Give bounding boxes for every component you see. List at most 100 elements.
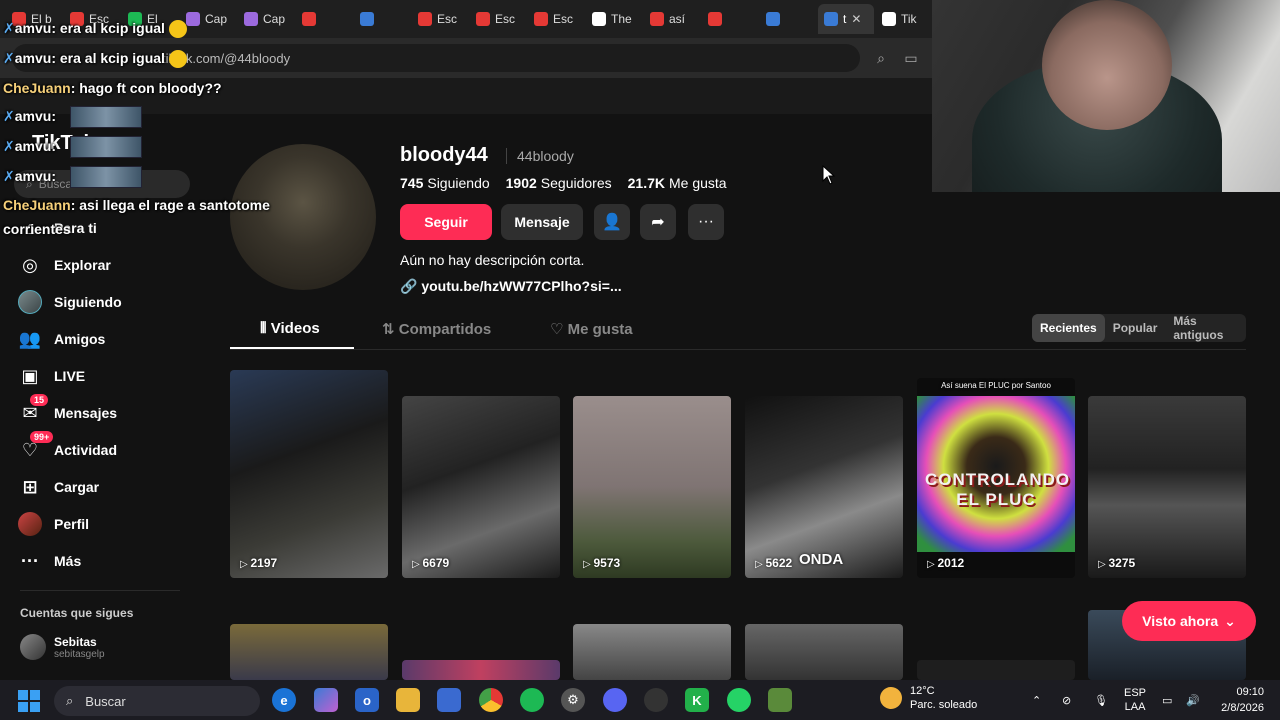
sidebar-item-actividad[interactable]: ♡ 99+ Actividad [18,431,117,465]
suggest-accounts-icon[interactable]: 👤 [594,204,630,240]
windows-start-icon[interactable] [18,690,40,712]
kick-icon[interactable]: K [685,688,709,712]
sidebar-item-amigos[interactable]: 👥 Amigos [18,324,106,354]
video-card[interactable]: 2197 [230,370,388,578]
video-card[interactable]: 6679 [402,396,560,578]
mod-badge-icon: ✗ [3,20,15,36]
sort-popular[interactable]: Popular [1105,314,1166,342]
profile-handle: 44bloody [506,148,574,164]
browser-tab[interactable] [760,4,816,34]
sidebar-item-explorar[interactable]: ◎ Explorar [18,250,111,280]
video-card[interactable] [745,624,903,680]
taskbar-search[interactable]: ⌕ Buscar [54,686,260,716]
system-clock[interactable]: 09:10 2/8/2026 [1216,684,1264,716]
video-card[interactable]: 3275 [1088,396,1246,578]
weather-widget[interactable]: 12°C Parc. soleado [880,684,977,712]
video-card[interactable] [402,660,560,680]
outlook-icon[interactable]: o [355,688,379,712]
tab-favicon-icon [302,12,316,26]
zoom-icon[interactable]: ⌕ [872,49,890,67]
edge-icon[interactable]: e [272,688,296,712]
settings-icon[interactable]: ⚙ [561,688,585,712]
chrome-icon[interactable] [479,688,503,712]
close-icon[interactable]: ✕ [851,12,861,26]
copilot-icon[interactable] [314,688,338,712]
chat-username: CheJuann [3,197,71,213]
store-icon[interactable] [437,688,461,712]
browser-tab[interactable]: Tik [876,4,932,34]
whatsapp-icon[interactable] [727,688,751,712]
sidebar-item-label: Perfil [54,516,90,532]
watched-now-button[interactable]: Visto ahora ⌄ [1122,601,1256,641]
notification-badge: 15 [30,394,49,406]
sidebar-item-live[interactable]: ▣ LIVE [18,361,85,391]
video-card[interactable] [917,660,1075,680]
stat-following[interactable]: 745 Siguiendo [400,175,490,191]
avatar [18,290,42,314]
notification-badge: 99+ [30,431,54,443]
language-indicator[interactable]: ESP LAA [1124,680,1146,720]
tab-favicon-icon [360,12,374,26]
minecraft-icon[interactable] [768,688,792,712]
browser-tab[interactable] [296,4,352,34]
avatar-icon [18,290,42,314]
more-options-icon[interactable]: ··· [688,204,724,240]
follow-button[interactable]: Seguir [400,204,492,240]
volume-icon[interactable]: 🔊 [1186,680,1200,720]
chat-message: corrientes [3,221,71,237]
share-icon[interactable]: ➦ [640,204,676,240]
browser-tab[interactable]: así [644,4,700,34]
chat-message: ✗amvu: [3,168,56,184]
browser-tab[interactable]: Esc [528,4,584,34]
video-card[interactable]: 5622 ONDA [745,396,903,578]
sidebar-item-más[interactable]: ··· Más [18,546,81,576]
tab-liked[interactable]: ♡ Me gusta [550,320,633,338]
chat-text: asi llega el rage a santotome [79,197,270,213]
messages-icon: ✉ 15 [18,394,49,425]
windows-taskbar: ⌕ Buscar e o ⚙ K 12°C Parc. soleado ⌃ ⊘ … [0,680,1280,720]
browser-tab[interactable]: Esc [470,4,526,34]
browser-tab[interactable]: Cap [180,4,236,34]
sidebar-item-cargar[interactable]: ⊞ Cargar [18,472,99,502]
microphone-icon[interactable]: 🎙 [1094,680,1108,720]
browser-tab[interactable]: The [586,4,642,34]
sort-oldest[interactable]: Más antiguos [1165,314,1246,342]
clock-app-icon[interactable] [644,688,668,712]
sidebar-item-perfil[interactable]: Perfil [18,509,89,539]
profile-link[interactable]: 🔗 youtu.be/hzWW77CPlho?si=... [400,278,622,295]
video-card[interactable]: 9573 [573,396,731,578]
video-card[interactable] [230,624,388,680]
tab-label: Cap [263,12,286,26]
browser-tab[interactable] [702,4,758,34]
message-button[interactable]: Mensaje [501,204,583,240]
tab-favicon-icon [418,12,432,26]
install-app-icon[interactable]: ▭ [902,49,920,67]
tab-favicon-icon [766,12,780,26]
display-icon[interactable]: ▭ [1162,680,1172,720]
file-explorer-icon[interactable] [396,688,420,712]
stat-likes: 21.7K Me gusta [627,175,727,191]
spotify-icon[interactable] [520,688,544,712]
network-off-icon[interactable]: ⊘ [1062,680,1071,720]
browser-tab[interactable]: t ✕ [818,4,874,34]
following-title: Cuentas que sigues [20,606,134,620]
profile-avatar[interactable] [230,144,376,290]
sort-recent[interactable]: Recientes [1032,314,1105,342]
browser-tab[interactable]: Esc [412,4,468,34]
active-tab-indicator [230,347,354,349]
following-account[interactable]: Sebitas sebitasgelp [20,634,105,660]
browser-tab[interactable]: Cap [238,4,294,34]
video-card[interactable] [573,624,731,680]
activity-icon: ♡ 99+ [18,431,54,462]
discord-icon[interactable] [603,688,627,712]
tab-reposts[interactable]: ⇅ Compartidos [382,320,491,338]
chevron-up-icon[interactable]: ⌃ [1032,680,1041,720]
mod-badge-icon: ✗ [3,50,15,66]
weather-temp: 12°C [910,685,935,697]
sidebar-item-siguiendo[interactable]: Siguiendo [18,287,122,317]
sidebar-item-mensajes[interactable]: ✉ 15 Mensajes [18,394,117,428]
video-card[interactable]: Así suena El PLUC por Santoo CONTROLANDO… [917,378,1075,578]
tab-videos[interactable]: ⦀ Videos [260,320,320,337]
browser-tab[interactable] [354,4,410,34]
stat-followers[interactable]: 1902 Seguidores [506,175,612,191]
